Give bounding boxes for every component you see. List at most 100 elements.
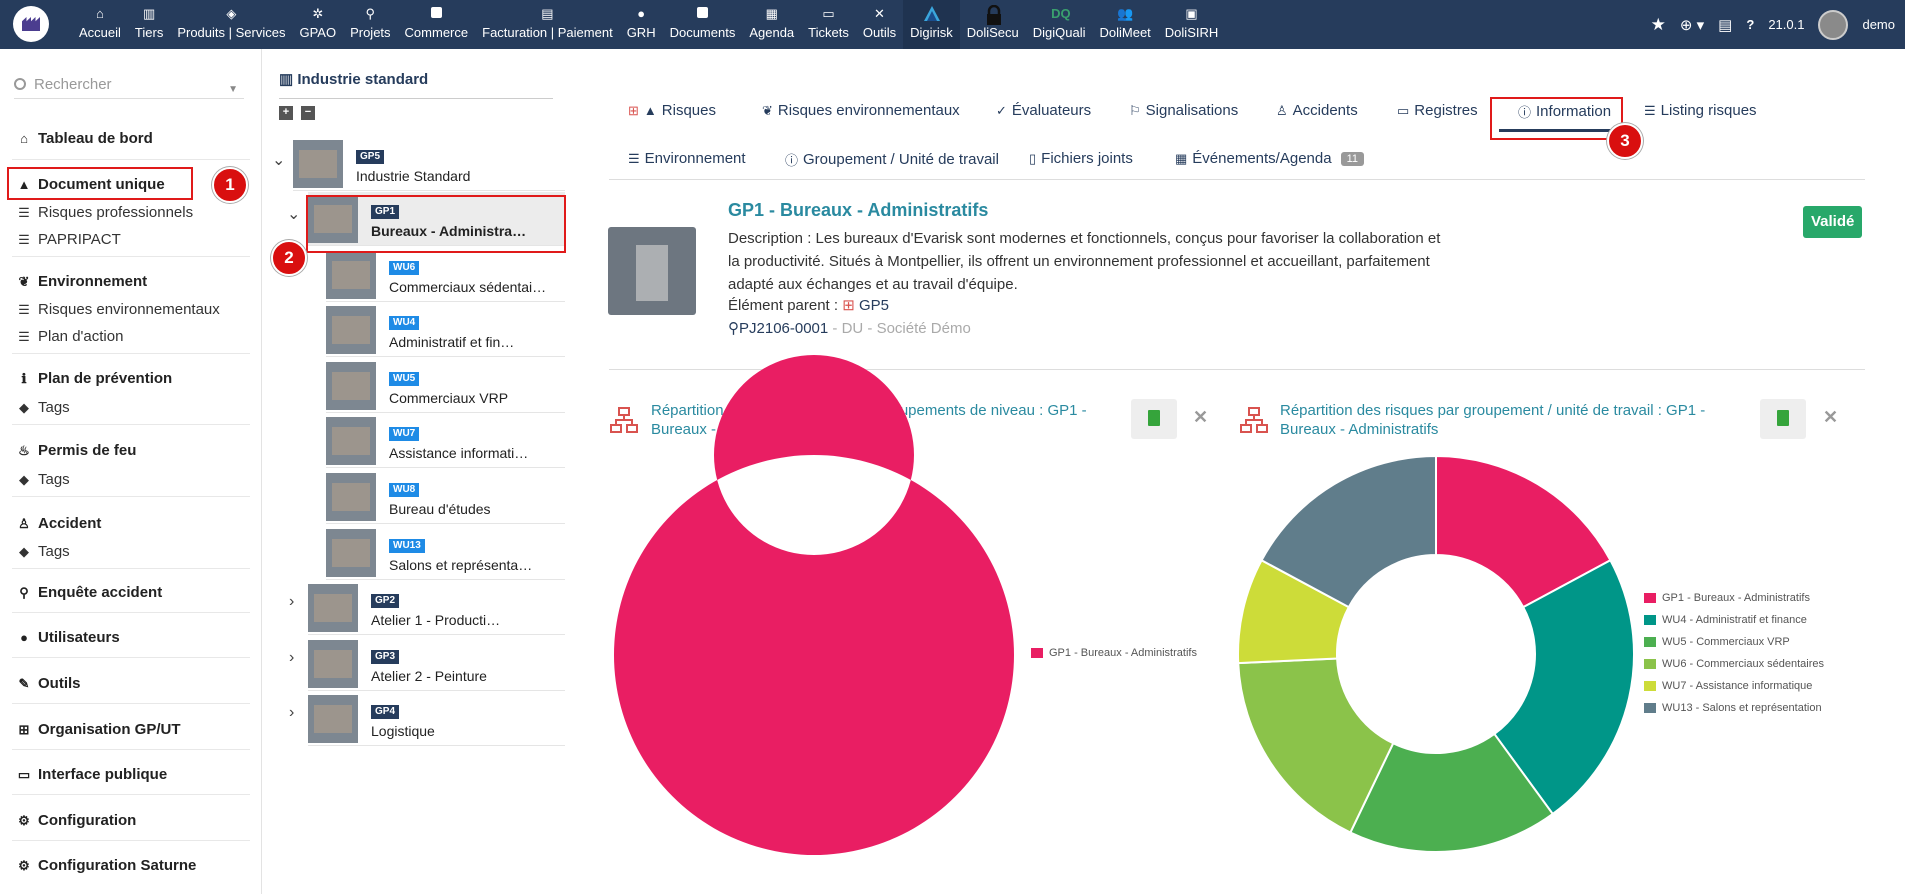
- network-icon: ⊞: [18, 721, 30, 737]
- bookmark-star-icon[interactable]: ★: [1651, 15, 1666, 35]
- chevron-right-icon[interactable]: ›: [289, 704, 294, 722]
- menu-grh[interactable]: ● GRH: [620, 0, 663, 49]
- globe-language-icon[interactable]: ⊕ ▾: [1680, 16, 1704, 34]
- building-icon: ▥: [142, 6, 156, 21]
- sidebar-item-permis-de-feu[interactable]: ♨ Permis de feu: [16, 442, 136, 459]
- tab-risques[interactable]: ⊞ ▲ Risques: [628, 102, 716, 119]
- sidebar-item-tags-permis[interactable]: ◆ Tags: [16, 471, 70, 488]
- node-thumbnail: [326, 529, 376, 577]
- chevron-right-icon[interactable]: ›: [289, 649, 294, 667]
- sidebar-item-tableau-de-bord[interactable]: ⌂ Tableau de bord: [16, 130, 153, 147]
- chart-2-donut: [1237, 454, 1635, 853]
- sidebar-item-organisation-gp-ut[interactable]: ⊞ Organisation GP/UT: [16, 721, 181, 738]
- sidebar-item-papripact[interactable]: ☰ PAPRIPACT: [16, 231, 121, 248]
- chevron-down-icon[interactable]: ⌄: [272, 150, 285, 170]
- sidebar-item-tags-accident[interactable]: ◆ Tags: [16, 543, 70, 560]
- chart-2-legend-item[interactable]: WU7 - Assistance informatique: [1644, 680, 1812, 692]
- sidebar-item-risques-environnementaux[interactable]: ☰ Risques environnementaux: [16, 301, 220, 318]
- sidebar-item-enquete-accident[interactable]: ⚲ Enquête accident: [16, 584, 162, 601]
- export-csv-button[interactable]: [1760, 399, 1806, 439]
- tab-evenements-agenda[interactable]: ▦ Événements/Agenda 11: [1175, 150, 1364, 167]
- menu-dolimeet[interactable]: 👥 DoliMeet: [1093, 0, 1158, 49]
- print-icon[interactable]: ▤: [1718, 16, 1732, 34]
- sidebar-item-utilisateurs[interactable]: ● Utilisateurs: [16, 629, 120, 646]
- menu-tiers[interactable]: ▥ Tiers: [128, 0, 170, 49]
- collapse-all-button[interactable]: −: [301, 106, 315, 120]
- person-injured-icon: ♙: [18, 515, 30, 531]
- menu-agenda[interactable]: ▦ Agenda: [742, 0, 801, 49]
- node-label: Assistance informati…: [389, 445, 529, 461]
- dolibarr-logo-icon[interactable]: [13, 6, 49, 42]
- sidebar-item-environnement[interactable]: ❦ Environnement: [16, 273, 148, 290]
- chevron-right-icon[interactable]: ›: [289, 593, 294, 611]
- search-input[interactable]: Rechercher ▼: [14, 75, 244, 99]
- chart-2-legend-item[interactable]: WU6 - Commerciaux sédentaires: [1644, 658, 1824, 670]
- sidebar-item-outils[interactable]: ✎ Outils: [16, 675, 81, 692]
- object-photo[interactable]: [608, 227, 696, 315]
- chart-2-legend-item[interactable]: WU4 - Administratif et finance: [1644, 614, 1807, 626]
- tab-fichiers-joints[interactable]: ▯ Fichiers joints: [1029, 150, 1133, 167]
- tree-node-wu5[interactable]: WU5 Commerciaux VRP: [326, 359, 565, 413]
- tab-environnement[interactable]: ☰ Environnement: [628, 150, 746, 167]
- tab-listing-risques[interactable]: ☰ Listing risques: [1644, 102, 1757, 119]
- close-icon[interactable]: ✕: [1193, 407, 1208, 428]
- menu-commerce[interactable]: Commerce: [398, 0, 476, 49]
- sidebar-item-plan-daction[interactable]: ☰ Plan d'action: [16, 328, 123, 345]
- sidebar-item-risques-professionnels[interactable]: ☰ Risques professionnels: [16, 204, 193, 221]
- menu-documents[interactable]: Documents: [663, 0, 743, 49]
- menu-accueil[interactable]: ⌂ Accueil: [72, 0, 128, 49]
- expand-all-button[interactable]: +: [279, 106, 293, 120]
- tree-node-gp2[interactable]: GP2 Atelier 1 - Producti…: [308, 581, 565, 635]
- help-icon[interactable]: ?: [1746, 17, 1754, 32]
- menu-projets[interactable]: ⚲ Projets: [343, 0, 397, 49]
- menu-digirisk[interactable]: Digirisk: [903, 0, 960, 49]
- node-ref-badge: WU5: [389, 372, 420, 386]
- tree-node-gp4[interactable]: GP4 Logistique: [308, 692, 565, 746]
- lock-icon: [985, 4, 1001, 25]
- close-icon[interactable]: ✕: [1823, 407, 1838, 428]
- node-thumbnail: [326, 251, 376, 299]
- project-ref-link[interactable]: PJ2106-0001: [739, 320, 828, 337]
- sidebar-item-configuration[interactable]: ⚙ Configuration: [16, 812, 136, 829]
- chart-2-legend-item[interactable]: GP1 - Bureaux - Administratifs: [1644, 592, 1810, 604]
- chart-2-legend-item[interactable]: WU13 - Salons et représentation: [1644, 702, 1822, 714]
- legend-swatch: [1644, 681, 1656, 691]
- node-label: Atelier 1 - Producti…: [371, 612, 501, 628]
- sidebar-item-interface-publique[interactable]: ▭ Interface publique: [16, 766, 167, 783]
- tree-node-gp5[interactable]: GP5 Industrie Standard: [293, 137, 565, 191]
- tree-node-wu7[interactable]: WU7 Assistance informati…: [326, 414, 565, 468]
- parent-link[interactable]: GP5: [859, 297, 889, 314]
- tree-node-wu8[interactable]: WU8 Bureau d'études: [326, 470, 565, 524]
- tree-node-gp3[interactable]: GP3 Atelier 2 - Peinture: [308, 637, 565, 691]
- node-label: Administratif et fin…: [389, 334, 515, 350]
- tab-risques-environnementaux[interactable]: ❦ Risques environnementaux: [762, 102, 960, 119]
- tree-node-wu13[interactable]: WU13 Salons et représenta…: [326, 526, 565, 580]
- sidebar-item-tags-prevention[interactable]: ◆ Tags: [16, 399, 70, 416]
- menu-outils[interactable]: ✕ Outils: [856, 0, 903, 49]
- tab-registres[interactable]: ▭ Registres: [1397, 102, 1478, 119]
- sidebar-item-accident[interactable]: ♙ Accident: [16, 515, 101, 532]
- tab-evaluateurs[interactable]: ✓ Évaluateurs: [996, 102, 1091, 119]
- chart-2-legend-item[interactable]: WU5 - Commerciaux VRP: [1644, 636, 1790, 648]
- tree-node-wu6[interactable]: WU6 Commerciaux sédentai…: [326, 248, 565, 302]
- menu-digiquali[interactable]: DQ DigiQuali: [1026, 0, 1093, 49]
- file-icon: ▯: [1029, 150, 1037, 166]
- chart-1-legend-item[interactable]: GP1 - Bureaux - Administratifs: [1031, 647, 1197, 659]
- tab-signalisations[interactable]: ⚐ Signalisations: [1129, 102, 1238, 119]
- menu-gpao[interactable]: ✲ GPAO: [292, 0, 343, 49]
- menu-facturation[interactable]: ▤ Facturation | Paiement: [475, 0, 620, 49]
- menu-tickets[interactable]: ▭ Tickets: [801, 0, 856, 49]
- menu-dolisecu[interactable]: DoliSecu: [960, 0, 1026, 49]
- tab-groupement-unite[interactable]: ⓘ Groupement / Unité de travail: [785, 150, 999, 169]
- gear-icon: ⚙: [18, 857, 30, 873]
- avatar[interactable]: [1818, 9, 1849, 40]
- sidebar-item-plan-de-prevention[interactable]: ℹ Plan de prévention: [16, 370, 173, 387]
- chevron-down-icon[interactable]: ⌄: [287, 204, 300, 224]
- tree-node-wu4[interactable]: WU4 Administratif et fin…: [326, 303, 565, 357]
- export-csv-button[interactable]: [1131, 399, 1177, 439]
- tab-accidents[interactable]: ♙ Accidents: [1276, 102, 1358, 119]
- sidebar-item-configuration-saturne[interactable]: ⚙ Configuration Saturne: [16, 857, 196, 874]
- menu-produits[interactable]: ◈ Produits | Services: [170, 0, 292, 49]
- menu-dolisirh[interactable]: ▣ DoliSIRH: [1158, 0, 1225, 49]
- user-login[interactable]: demo: [1862, 17, 1895, 32]
